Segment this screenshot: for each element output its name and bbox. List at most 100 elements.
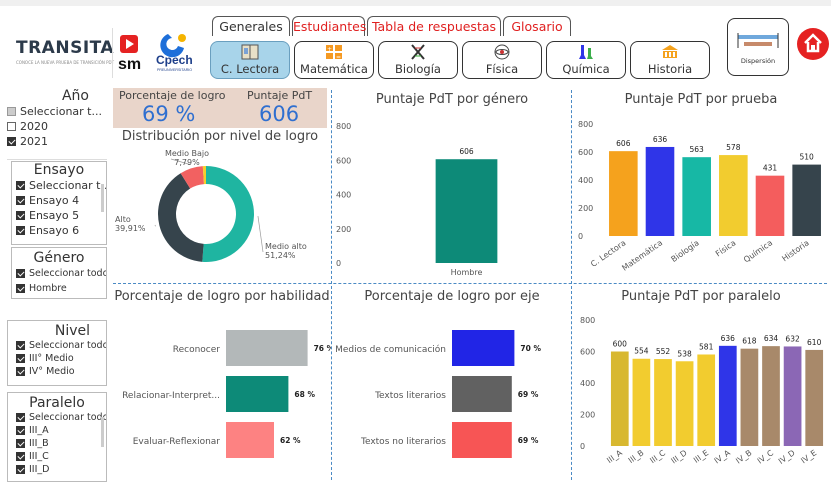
dispersion-label: Dispersión — [740, 57, 776, 65]
bar-value-label: 578 — [726, 143, 741, 152]
subject-button-quimica[interactable]: Química — [546, 41, 626, 79]
subject-button-matematica[interactable]: + = Matemática — [294, 41, 374, 79]
bar-value-label: 69 % — [518, 436, 539, 445]
checkbox[interactable] — [16, 196, 25, 205]
donut-value-label: 39,91% — [115, 224, 146, 233]
category-label: Evaluar-Reflexionar — [133, 437, 221, 447]
bar — [755, 175, 785, 236]
tab-glosario[interactable]: Glosario — [503, 16, 571, 36]
checkbox[interactable] — [7, 137, 16, 146]
checkbox[interactable] — [16, 426, 25, 435]
checkbox[interactable] — [16, 465, 25, 474]
bar-value-label: 581 — [699, 342, 714, 351]
slicer-item-label: Seleccionar t... — [29, 179, 106, 192]
subject-label: Matemática — [300, 62, 368, 76]
bar-value-label: 618 — [742, 337, 757, 346]
slicer-item-label: Seleccionar todo — [29, 412, 106, 423]
checkbox[interactable] — [16, 452, 25, 461]
home-button[interactable] — [797, 28, 829, 60]
dna-icon — [379, 44, 457, 61]
y-tick-label: 800 — [336, 122, 351, 131]
tab-estudiantes[interactable]: Estudiantes — [292, 16, 366, 36]
bar-value-label: 554 — [634, 347, 649, 356]
slicer-item[interactable]: III_C — [16, 450, 106, 463]
slicer-item[interactable]: Hombre — [16, 281, 106, 296]
slicer-item[interactable]: Ensayo 5 — [16, 208, 106, 223]
checkbox[interactable] — [16, 367, 25, 376]
slicer-anio: Año Seleccionar t... 2020 2021 — [7, 88, 107, 160]
chart-title-paralelo: Puntaje PdT por paralelo — [621, 289, 781, 304]
slicer-item[interactable]: Ensayo 6 — [16, 223, 106, 238]
checkbox[interactable] — [16, 181, 25, 190]
checkbox[interactable] — [7, 122, 16, 131]
bar — [226, 376, 289, 412]
logo-divider — [112, 28, 113, 78]
subject-button-biologia[interactable]: Biología — [378, 41, 458, 79]
slicer-item[interactable]: Seleccionar todo — [16, 339, 106, 352]
panel-divider — [571, 90, 572, 480]
category-label: Textos no literarios — [360, 437, 446, 447]
checkbox[interactable] — [16, 413, 25, 422]
x-tick-label: IV_C — [756, 448, 776, 466]
slicer-item[interactable]: III_B — [16, 437, 106, 450]
x-tick-label: IV_A — [713, 448, 733, 466]
subject-label: Biología — [395, 62, 441, 76]
slicer-item-label: III_A — [29, 425, 49, 436]
slicer-paralelo-title: Paralelo — [29, 395, 85, 411]
y-tick-label: 800 — [580, 316, 595, 325]
x-tick-label: Biología — [669, 238, 700, 264]
checkbox[interactable] — [16, 269, 25, 278]
bar — [675, 361, 694, 446]
checkbox[interactable] — [16, 354, 25, 363]
slicer-item[interactable]: III_D — [16, 463, 106, 476]
slicer-item[interactable]: 2020 — [7, 119, 107, 134]
slicer-ensayo-title: Ensayo — [33, 162, 85, 178]
slicer-item-label: Seleccionar todo — [29, 340, 106, 351]
bar-value-label: 606 — [616, 139, 631, 148]
tab-generales[interactable]: Generales — [212, 16, 290, 36]
subject-button-historia[interactable]: Historia — [630, 41, 710, 79]
bar-value-label: 76 % — [314, 344, 331, 353]
y-tick-label: 600 — [580, 348, 595, 357]
chart-title-habilidad: Porcentaje de logro por habilidad — [114, 289, 330, 304]
sm-logo-text: sm — [118, 56, 141, 73]
checkbox[interactable] — [16, 341, 25, 350]
donut-value-label: 7,79% — [174, 158, 200, 167]
slicer-item[interactable]: III_A — [16, 424, 106, 437]
checkbox[interactable] — [16, 439, 25, 448]
subject-button-c-lectora[interactable]: C. Lectora — [210, 41, 290, 79]
bar — [452, 376, 512, 412]
checkbox[interactable] — [7, 107, 16, 116]
top-strip — [0, 0, 831, 6]
subject-button-fisica[interactable]: Física — [462, 41, 542, 79]
slicer-item[interactable]: III° Medio — [16, 352, 106, 365]
x-tick-label: III_B — [627, 448, 646, 465]
chart-title-prueba: Puntaje PdT por prueba — [624, 92, 778, 107]
checkbox[interactable] — [16, 226, 25, 235]
scrollbar[interactable] — [101, 417, 104, 447]
checkbox[interactable] — [16, 284, 25, 293]
slicer-item[interactable]: Seleccionar t... — [7, 104, 107, 119]
slicer-item[interactable]: IV° Medio — [16, 365, 106, 378]
scrollbar[interactable] — [101, 184, 104, 212]
slicer-item[interactable]: Seleccionar todo — [16, 266, 106, 281]
donut-label: Medio alto — [265, 242, 307, 251]
kpi-pdt-title: Puntaje PdT — [247, 89, 313, 102]
dispersion-button[interactable]: Dispersión — [727, 18, 789, 76]
bar-value-label: 538 — [677, 349, 692, 358]
bar-chart-prueba: 0200400600800606C. Lectora636Matemática5… — [578, 120, 821, 273]
slicer-genero: Género Seleccionar todo Hombre — [11, 247, 107, 299]
slicer-item[interactable]: 2021 — [7, 134, 107, 149]
slicer-ensayo: Ensayo Seleccionar t... Ensayo 4 Ensayo … — [11, 161, 107, 245]
slicer-item-label: Seleccionar todo — [29, 268, 106, 279]
bar-value-label: 610 — [807, 338, 822, 347]
slicer-anio-title: Año — [61, 88, 89, 104]
slicer-item[interactable]: Ensayo 4 — [16, 193, 106, 208]
slicer-item[interactable]: Seleccionar t... — [16, 178, 106, 193]
donut-label: Alto — [115, 215, 131, 224]
cpech-logo: Cpech PREUNIVERSITARIO — [154, 30, 198, 74]
slicer-item[interactable]: Seleccionar todo — [16, 411, 106, 424]
tab-tabla-de-respuestas[interactable]: Tabla de respuestas — [367, 16, 501, 36]
y-tick-label: 0 — [580, 442, 585, 451]
checkbox[interactable] — [16, 211, 25, 220]
